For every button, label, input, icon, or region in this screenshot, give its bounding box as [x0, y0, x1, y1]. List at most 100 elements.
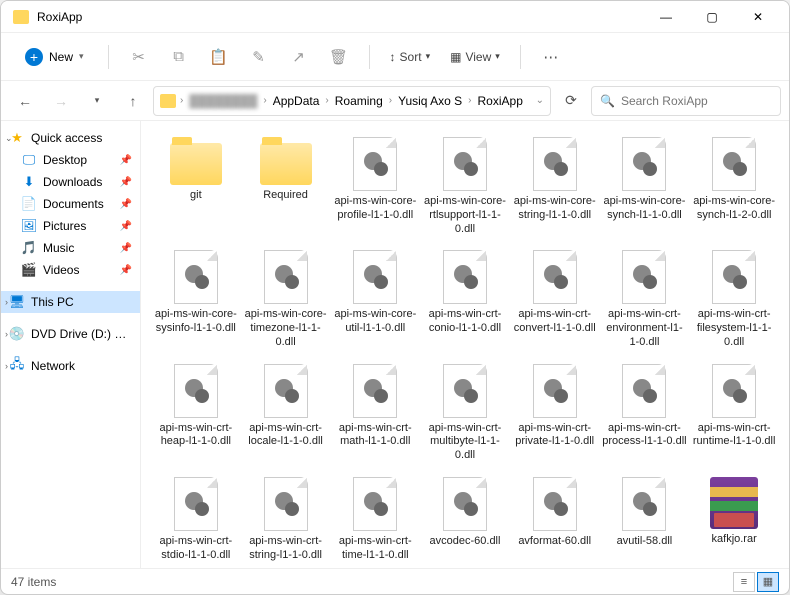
- file-item[interactable]: api-ms-win-crt-environment-l1-1-0.dll: [600, 244, 690, 355]
- rename-icon[interactable]: ✎: [241, 39, 277, 75]
- file-item[interactable]: api-ms-win-crt-string-l1-1-0.dll: [241, 471, 331, 568]
- dll-icon: [622, 250, 666, 304]
- file-item[interactable]: api-ms-win-crt-process-l1-1-0.dll: [600, 358, 690, 469]
- sidebar-network[interactable]: › 🖧 Network: [1, 355, 140, 377]
- sidebar-item-label: Desktop: [43, 153, 87, 167]
- up-button[interactable]: ↑: [117, 85, 149, 117]
- file-item[interactable]: api-ms-win-crt-time-l1-1-0.dll: [330, 471, 420, 568]
- breadcrumb-item[interactable]: Yusiq Axo S: [394, 92, 466, 110]
- file-item[interactable]: api-ms-win-core-string-l1-1-0.dll: [510, 131, 600, 242]
- file-item[interactable]: api-ms-win-crt-convert-l1-1-0.dll: [510, 244, 600, 355]
- sort-dropdown[interactable]: ↕ Sort ▾: [382, 44, 439, 70]
- copy-icon[interactable]: ⧉: [161, 39, 197, 75]
- dll-icon: [264, 250, 308, 304]
- file-item[interactable]: api-ms-win-core-util-l1-1-0.dll: [330, 244, 420, 355]
- navbar: ← → ▾ ↑ › ████████ › AppData › Roaming ›…: [1, 81, 789, 121]
- minimize-button[interactable]: —: [643, 1, 689, 33]
- chevron-down-icon[interactable]: ⌄: [536, 95, 544, 106]
- new-button[interactable]: + New ▾: [13, 42, 96, 72]
- file-name: avcodec-60.dll: [430, 535, 501, 549]
- file-item[interactable]: api-ms-win-crt-runtime-l1-1-0.dll: [689, 358, 779, 469]
- window-title: RoxiApp: [37, 10, 82, 24]
- dll-icon: [533, 364, 577, 418]
- pin-icon: 📌: [120, 243, 132, 254]
- sidebar-dvd[interactable]: › 💿 DVD Drive (D:) CCCC: [1, 323, 140, 345]
- file-item[interactable]: avutil-58.dll: [600, 471, 690, 568]
- file-item[interactable]: api-ms-win-crt-private-l1-1-0.dll: [510, 358, 600, 469]
- dll-icon: [264, 364, 308, 418]
- file-name: api-ms-win-crt-string-l1-1-0.dll: [243, 535, 329, 563]
- recent-dropdown[interactable]: ▾: [81, 85, 113, 117]
- file-name: api-ms-win-crt-locale-l1-1-0.dll: [243, 422, 329, 450]
- dll-icon: [174, 364, 218, 418]
- sidebar-item-videos[interactable]: 🎬Videos📌: [1, 259, 140, 281]
- sidebar-this-pc[interactable]: › 🖥 This PC: [1, 291, 140, 313]
- chevron-down-icon: ▾: [79, 51, 84, 62]
- file-item[interactable]: api-ms-win-crt-conio-l1-1-0.dll: [420, 244, 510, 355]
- forward-button[interactable]: →: [45, 85, 77, 117]
- file-item[interactable]: Required: [241, 131, 331, 242]
- details-view-button[interactable]: ≡: [733, 572, 755, 592]
- file-item[interactable]: api-ms-win-core-sysinfo-l1-1-0.dll: [151, 244, 241, 355]
- dll-icon: [622, 137, 666, 191]
- breadcrumb[interactable]: › ████████ › AppData › Roaming › Yusiq A…: [153, 86, 551, 116]
- breadcrumb-item[interactable]: Roaming: [331, 92, 387, 110]
- breadcrumb-item[interactable]: AppData: [269, 92, 324, 110]
- file-item[interactable]: api-ms-win-crt-filesystem-l1-1-0.dll: [689, 244, 779, 355]
- file-item[interactable]: avformat-60.dll: [510, 471, 600, 568]
- back-button[interactable]: ←: [9, 85, 41, 117]
- sidebar-item-downloads[interactable]: ⬇Downloads📌: [1, 171, 140, 193]
- file-item[interactable]: kafkjo.rar: [689, 471, 779, 568]
- file-item[interactable]: avcodec-60.dll: [420, 471, 510, 568]
- refresh-button[interactable]: ⟳: [555, 85, 587, 117]
- file-name: api-ms-win-crt-runtime-l1-1-0.dll: [691, 422, 777, 450]
- file-item[interactable]: api-ms-win-core-timezone-l1-1-0.dll: [241, 244, 331, 355]
- cut-icon[interactable]: ✂: [121, 39, 157, 75]
- file-name: Required: [263, 189, 308, 203]
- chevron-right-icon: ›: [325, 95, 328, 106]
- pin-icon: 📌: [120, 177, 132, 188]
- sidebar-item-music[interactable]: 🎵Music📌: [1, 237, 140, 259]
- file-name: api-ms-win-crt-heap-l1-1-0.dll: [153, 422, 239, 450]
- chevron-right-icon: ›: [180, 95, 183, 106]
- dll-icon: [443, 364, 487, 418]
- sidebar-icon: 🖵: [21, 152, 37, 168]
- view-label: View: [465, 50, 491, 64]
- sidebar: ⌄ ★ Quick access 🖵Desktop📌⬇Downloads📌📄Do…: [1, 121, 141, 568]
- file-item[interactable]: api-ms-win-crt-math-l1-1-0.dll: [330, 358, 420, 469]
- sidebar-item-desktop[interactable]: 🖵Desktop📌: [1, 149, 140, 171]
- file-item[interactable]: api-ms-win-crt-heap-l1-1-0.dll: [151, 358, 241, 469]
- file-item[interactable]: api-ms-win-crt-multibyte-l1-1-0.dll: [420, 358, 510, 469]
- file-item[interactable]: api-ms-win-core-profile-l1-1-0.dll: [330, 131, 420, 242]
- sidebar-label: Quick access: [31, 131, 102, 145]
- breadcrumb-item[interactable]: ████████: [185, 92, 261, 110]
- close-button[interactable]: ✕: [735, 1, 781, 33]
- file-item[interactable]: api-ms-win-core-synch-l1-1-0.dll: [600, 131, 690, 242]
- search-box[interactable]: 🔍: [591, 86, 781, 116]
- file-pane[interactable]: git Required api-ms-win-core-profile-l1-1-…: [141, 121, 789, 568]
- file-item[interactable]: api-ms-win-crt-locale-l1-1-0.dll: [241, 358, 331, 469]
- share-icon[interactable]: ↗: [281, 39, 317, 75]
- sidebar-item-documents[interactable]: 📄Documents📌: [1, 193, 140, 215]
- sidebar-quick-access[interactable]: ⌄ ★ Quick access: [1, 127, 140, 149]
- file-item[interactable]: api-ms-win-core-synch-l1-2-0.dll: [689, 131, 779, 242]
- chevron-right-icon: ›: [468, 95, 471, 106]
- file-name: avformat-60.dll: [518, 535, 591, 549]
- file-item[interactable]: api-ms-win-crt-stdio-l1-1-0.dll: [151, 471, 241, 568]
- file-item[interactable]: git: [151, 131, 241, 242]
- delete-icon[interactable]: 🗑: [321, 39, 357, 75]
- dll-icon: [443, 250, 487, 304]
- plus-icon: +: [25, 48, 43, 66]
- breadcrumb-item[interactable]: RoxiApp: [474, 92, 527, 110]
- file-name: api-ms-win-core-string-l1-1-0.dll: [512, 195, 598, 223]
- sidebar-item-pictures[interactable]: 🖼Pictures📌: [1, 215, 140, 237]
- icons-view-button[interactable]: ▦: [757, 572, 779, 592]
- sidebar-item-label: Music: [43, 241, 74, 255]
- view-dropdown[interactable]: ▦ View ▾: [442, 44, 508, 70]
- maximize-button[interactable]: ▢: [689, 1, 735, 33]
- paste-icon[interactable]: 📋: [201, 39, 237, 75]
- more-icon[interactable]: ⋯: [533, 39, 569, 75]
- file-item[interactable]: api-ms-win-core-rtlsupport-l1-1-0.dll: [420, 131, 510, 242]
- network-icon: 🖧: [9, 358, 25, 374]
- search-input[interactable]: [621, 94, 776, 108]
